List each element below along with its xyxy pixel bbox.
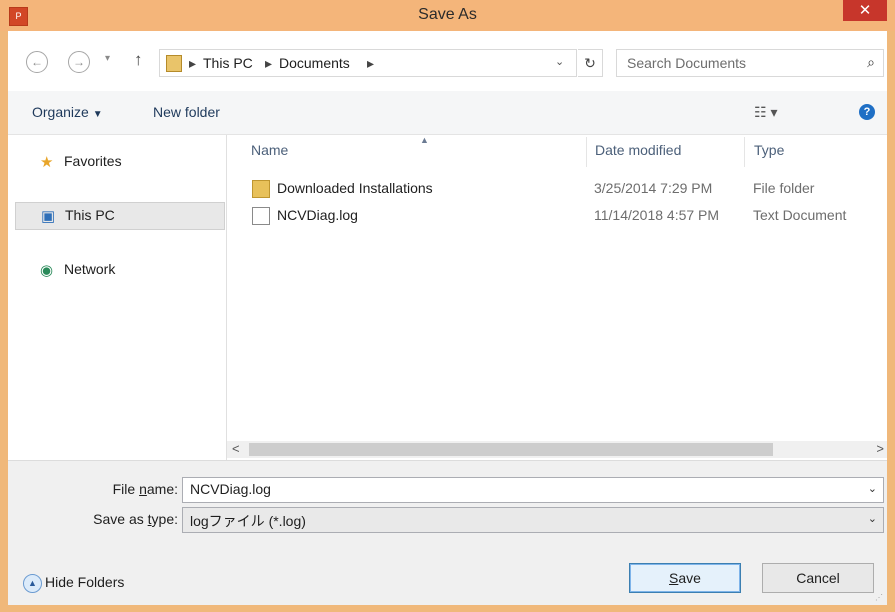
label-text: File — [112, 481, 140, 497]
breadcrumb-separator-icon: ▸ — [189, 55, 197, 71]
sidebar-item-label: Favorites — [64, 153, 122, 169]
table-row[interactable]: NCVDiag.log 11/14/2018 4:57 PM Text Docu… — [227, 202, 887, 228]
address-bar[interactable]: ▸ This PC ▸ Documents ▸ ⌄ — [159, 49, 577, 77]
organize-button[interactable]: Organize ▼ — [32, 104, 103, 120]
save-as-type-label: Save as type: — [18, 511, 178, 527]
resize-grip-icon[interactable]: ⋰ — [875, 593, 885, 603]
scroll-left-icon[interactable]: < — [232, 441, 240, 456]
file-list: ▲ Name Date modified Type Downloaded Ins… — [227, 135, 887, 460]
title-bar[interactable]: P Save As ✕ — [0, 0, 895, 31]
column-header-date-modified[interactable]: Date modified — [595, 142, 681, 158]
navigation-bar: ← → ▾ ↑ ▸ This PC ▸ Documents ▸ ⌄ ↻ Sear… — [8, 31, 887, 89]
organize-label: Organize — [32, 104, 89, 120]
computer-icon: ▣ — [41, 208, 56, 225]
file-type: File folder — [753, 180, 815, 196]
scrollbar-thumb[interactable] — [249, 443, 773, 456]
navigation-pane: ★ Favorites ▣ This PC ◉ Network — [8, 135, 227, 460]
scroll-right-icon[interactable]: > — [876, 441, 884, 456]
search-input[interactable]: Search Documents ⌕ — [616, 49, 884, 77]
close-button[interactable]: ✕ — [843, 0, 887, 21]
collapse-icon: ▲ — [23, 574, 42, 593]
address-dropdown-icon[interactable]: ⌄ — [555, 55, 564, 68]
sidebar-item-this-pc[interactable]: ▣ This PC — [15, 202, 225, 230]
label-text: ype: — [151, 511, 178, 527]
text-document-icon — [252, 207, 270, 225]
file-date: 3/25/2014 7:29 PM — [594, 180, 713, 196]
window-title: Save As — [418, 6, 477, 23]
search-placeholder: Search Documents — [627, 55, 747, 71]
file-name-field[interactable]: NCVDiag.log ⌄ — [182, 477, 884, 503]
dialog-client: ← → ▾ ↑ ▸ This PC ▸ Documents ▸ ⌄ ↻ Sear… — [8, 31, 887, 605]
new-folder-button[interactable]: New folder — [153, 104, 220, 120]
table-row[interactable]: Downloaded Installations 3/25/2014 7:29 … — [227, 175, 887, 201]
recent-locations-chevron-icon[interactable]: ▾ — [105, 53, 110, 64]
file-name: Downloaded Installations — [277, 180, 433, 196]
forward-button[interactable]: → — [68, 51, 90, 73]
button-accelerator: S — [669, 570, 679, 586]
save-button[interactable]: Save — [629, 563, 741, 593]
breadcrumb-this-pc[interactable]: This PC — [203, 55, 253, 71]
hide-folders-label: Hide Folders — [45, 574, 125, 590]
breadcrumb-separator-icon: ▸ — [265, 55, 273, 71]
file-name: NCVDiag.log — [277, 207, 358, 223]
label-text: ame: — [146, 481, 178, 497]
sidebar-item-label: This PC — [65, 207, 115, 223]
folder-icon — [166, 55, 182, 72]
column-divider[interactable] — [744, 137, 745, 167]
up-button[interactable]: ↑ — [134, 50, 143, 70]
file-type: Text Document — [753, 207, 847, 223]
sort-ascending-icon: ▲ — [420, 135, 429, 145]
button-label: ave — [678, 570, 701, 586]
help-icon[interactable]: ? — [859, 104, 875, 120]
label-accelerator: n — [139, 481, 147, 497]
sidebar-item-favorites[interactable]: ★ Favorites — [20, 149, 224, 175]
sidebar-item-network[interactable]: ◉ Network — [20, 257, 224, 283]
refresh-button[interactable]: ↻ — [578, 49, 603, 77]
folder-icon — [252, 180, 270, 198]
column-header-name[interactable]: Name — [251, 142, 288, 158]
change-view-icon[interactable]: ☷ ▾ — [754, 104, 777, 121]
breadcrumb-separator-icon[interactable]: ▸ — [367, 55, 374, 72]
column-header-type[interactable]: Type — [754, 142, 784, 158]
horizontal-scrollbar[interactable]: < > — [227, 441, 887, 458]
column-divider[interactable] — [586, 137, 587, 167]
chevron-down-icon: ▼ — [92, 109, 103, 120]
chevron-down-icon[interactable]: ⌄ — [868, 512, 877, 525]
network-icon: ◉ — [40, 262, 54, 279]
label-text: Save as — [93, 511, 148, 527]
chevron-down-icon[interactable]: ⌄ — [868, 482, 877, 495]
star-icon: ★ — [40, 154, 54, 171]
cancel-button[interactable]: Cancel — [762, 563, 874, 593]
breadcrumb-documents[interactable]: Documents — [279, 55, 350, 71]
sidebar-item-label: Network — [64, 261, 116, 277]
file-name-label: File name: — [18, 481, 178, 497]
save-as-type-value: logファイル (*.log) — [190, 513, 306, 529]
search-icon[interactable]: ⌕ — [867, 54, 875, 71]
save-options-panel: File name: NCVDiag.log ⌄ Save as type: l… — [8, 460, 887, 605]
file-name-value: NCVDiag.log — [190, 481, 271, 497]
file-date: 11/14/2018 4:57 PM — [594, 207, 720, 223]
save-as-dialog: P Save As ✕ ← → ▾ ↑ ▸ This PC ▸ Document… — [0, 0, 895, 612]
back-button[interactable]: ← — [26, 51, 48, 73]
command-bar: Organize ▼ New folder ☷ ▾ ? — [8, 91, 887, 135]
save-as-type-select[interactable]: logファイル (*.log) ⌄ — [182, 507, 884, 533]
